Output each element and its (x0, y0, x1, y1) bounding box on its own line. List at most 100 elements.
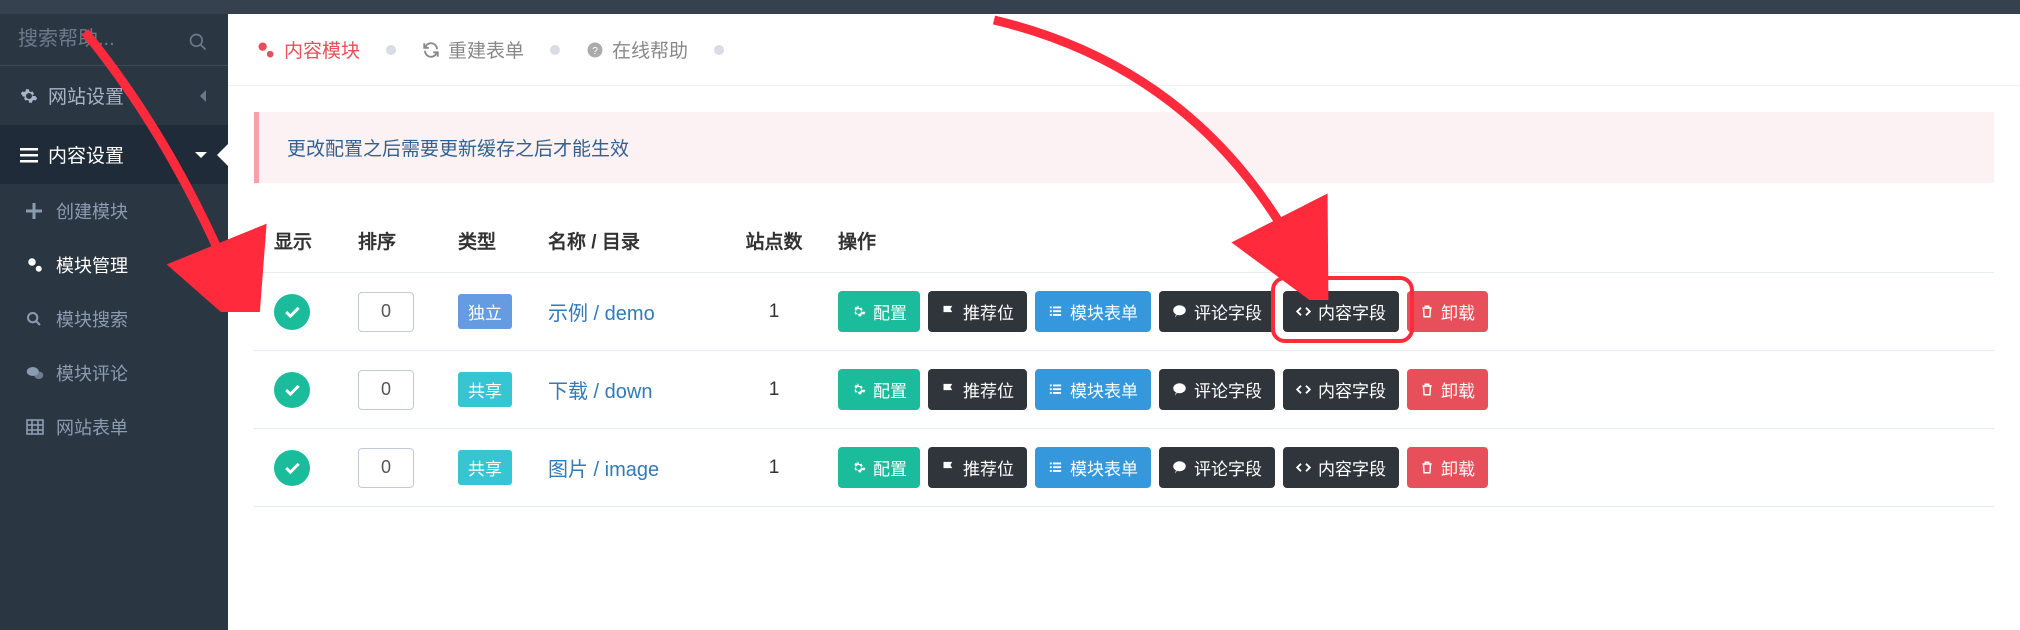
sidebar-item-module-manage[interactable]: 模块管理 (0, 238, 228, 292)
code-icon (1296, 382, 1311, 397)
th-name: 名称 / 目录 (534, 209, 724, 273)
table-header-row: 显示 排序 类型 名称 / 目录 站点数 操作 (254, 209, 1994, 273)
recommend-button[interactable]: 推荐位 (928, 447, 1027, 488)
module-name-link[interactable]: 下载 / down (548, 381, 652, 403)
sort-input[interactable] (358, 292, 414, 332)
sidebar: 网站设置 内容设置 创建模块 模块管理 (0, 0, 228, 630)
comment-field-button[interactable]: 评论字段 (1159, 291, 1275, 332)
module-name-link[interactable]: 示例 / demo (548, 303, 655, 325)
sidebar-top-strip (0, 0, 228, 14)
list-icon (1048, 304, 1063, 319)
sidebar-item-module-comment[interactable]: 模块评论 (0, 346, 228, 400)
config-button[interactable]: 配置 (838, 447, 920, 488)
sidebar-item-label: 网站表单 (56, 414, 128, 440)
plus-icon (26, 203, 56, 219)
content-field-button[interactable]: 内容字段 (1283, 291, 1399, 332)
module-form-button[interactable]: 模块表单 (1035, 369, 1151, 410)
uninstall-button[interactable]: 卸载 (1407, 291, 1488, 332)
table-row: 共享 下载 / down 1 配置推荐位模块表单评论字段内容字段卸载 (254, 351, 1994, 429)
code-icon (1296, 304, 1311, 319)
module-form-button[interactable]: 模块表单 (1035, 447, 1151, 488)
toolbar: 内容模块 重建表单 ? 在线帮助 (228, 14, 2020, 86)
search-icon[interactable] (188, 32, 208, 52)
chevron-down-icon (194, 150, 208, 160)
nav-label: 网站设置 (48, 82, 198, 109)
separator-dot (550, 45, 560, 55)
nav-content-settings[interactable]: 内容设置 (0, 125, 228, 184)
comment-field-button[interactable]: 评论字段 (1159, 447, 1275, 488)
nav-label: 内容设置 (48, 141, 194, 168)
tool-label: 在线帮助 (612, 36, 688, 63)
nav-site-settings[interactable]: 网站设置 (0, 66, 228, 125)
th-sites: 站点数 (724, 209, 824, 273)
recommend-button[interactable]: 推荐位 (928, 369, 1027, 410)
list-icon (1048, 382, 1063, 397)
comment-icon (1172, 382, 1187, 397)
module-table: 显示 排序 类型 名称 / 目录 站点数 操作 独立示例 / demo1配置推荐… (254, 209, 1994, 507)
th-type: 类型 (444, 209, 534, 273)
trash-icon (1420, 304, 1434, 319)
chevron-left-icon (198, 89, 208, 103)
site-count: 1 (724, 429, 824, 507)
refresh-icon (422, 41, 440, 59)
svg-text:?: ? (592, 44, 598, 56)
show-toggle[interactable] (274, 450, 310, 486)
sort-input[interactable] (358, 448, 414, 488)
separator-dot (714, 45, 724, 55)
trash-icon (1420, 382, 1434, 397)
sidebar-item-create-module[interactable]: 创建模块 (0, 184, 228, 238)
menu-icon (20, 147, 48, 163)
tool-content-module[interactable]: 内容模块 (250, 32, 366, 67)
table-row: 独立 示例 / demo 1 配置推荐位模块表单评论字段内容字段卸载 (254, 273, 1994, 351)
table-icon (26, 419, 56, 435)
th-sort: 排序 (344, 209, 444, 273)
gear-icon (851, 460, 866, 475)
search-input[interactable] (18, 28, 178, 51)
content-field-button[interactable]: 内容字段 (1283, 369, 1399, 410)
config-button[interactable]: 配置 (838, 291, 920, 332)
tool-label: 重建表单 (448, 36, 524, 63)
tool-online-help[interactable]: ? 在线帮助 (580, 32, 694, 67)
sort-input[interactable] (358, 370, 414, 410)
comment-icon (1172, 460, 1187, 475)
sidebar-item-module-search[interactable]: 模块搜索 (0, 292, 228, 346)
tool-rebuild-form[interactable]: 重建表单 (416, 32, 530, 67)
config-button[interactable]: 配置 (838, 369, 920, 410)
th-show: 显示 (254, 209, 344, 273)
separator-dot (386, 45, 396, 55)
type-tag: 共享 (458, 372, 512, 407)
comment-field-button[interactable]: 评论字段 (1159, 369, 1275, 410)
main: 内容模块 重建表单 ? 在线帮助 更改配置之后需要更新缓存之后才能生效 (228, 0, 2020, 630)
recommend-button[interactable]: 推荐位 (928, 291, 1027, 332)
sidebar-item-label: 创建模块 (56, 198, 128, 224)
gear-icon (20, 87, 48, 105)
flag-icon (941, 460, 956, 475)
site-count: 1 (724, 351, 824, 429)
list-icon (1048, 460, 1063, 475)
alert-text: 更改配置之后需要更新缓存之后才能生效 (287, 139, 629, 160)
module-name-link[interactable]: 图片 / image (548, 459, 659, 481)
flag-icon (941, 382, 956, 397)
tool-label: 内容模块 (284, 36, 360, 63)
uninstall-button[interactable]: 卸载 (1407, 447, 1488, 488)
show-toggle[interactable] (274, 372, 310, 408)
gears-icon (256, 40, 276, 60)
table-row: 共享图片 / image1配置推荐位模块表单评论字段内容字段卸载 (254, 429, 1994, 507)
gears-icon (26, 256, 56, 274)
comments-icon (26, 365, 56, 381)
trash-icon (1420, 460, 1434, 475)
sidebar-item-site-form[interactable]: 网站表单 (0, 400, 228, 454)
th-ops: 操作 (824, 209, 1994, 273)
type-tag: 独立 (458, 294, 512, 329)
content-field-button[interactable]: 内容字段 (1283, 447, 1399, 488)
question-icon: ? (586, 41, 604, 59)
module-form-button[interactable]: 模块表单 (1035, 291, 1151, 332)
search-wrap (0, 14, 228, 66)
gear-icon (851, 382, 866, 397)
content-area: 更改配置之后需要更新缓存之后才能生效 显示 排序 类型 名称 / 目录 站点数 … (228, 86, 2020, 507)
show-toggle[interactable] (274, 294, 310, 330)
site-count: 1 (724, 273, 824, 351)
alert-banner: 更改配置之后需要更新缓存之后才能生效 (254, 112, 1994, 183)
uninstall-button[interactable]: 卸载 (1407, 369, 1488, 410)
sidebar-item-label: 模块管理 (56, 252, 128, 278)
